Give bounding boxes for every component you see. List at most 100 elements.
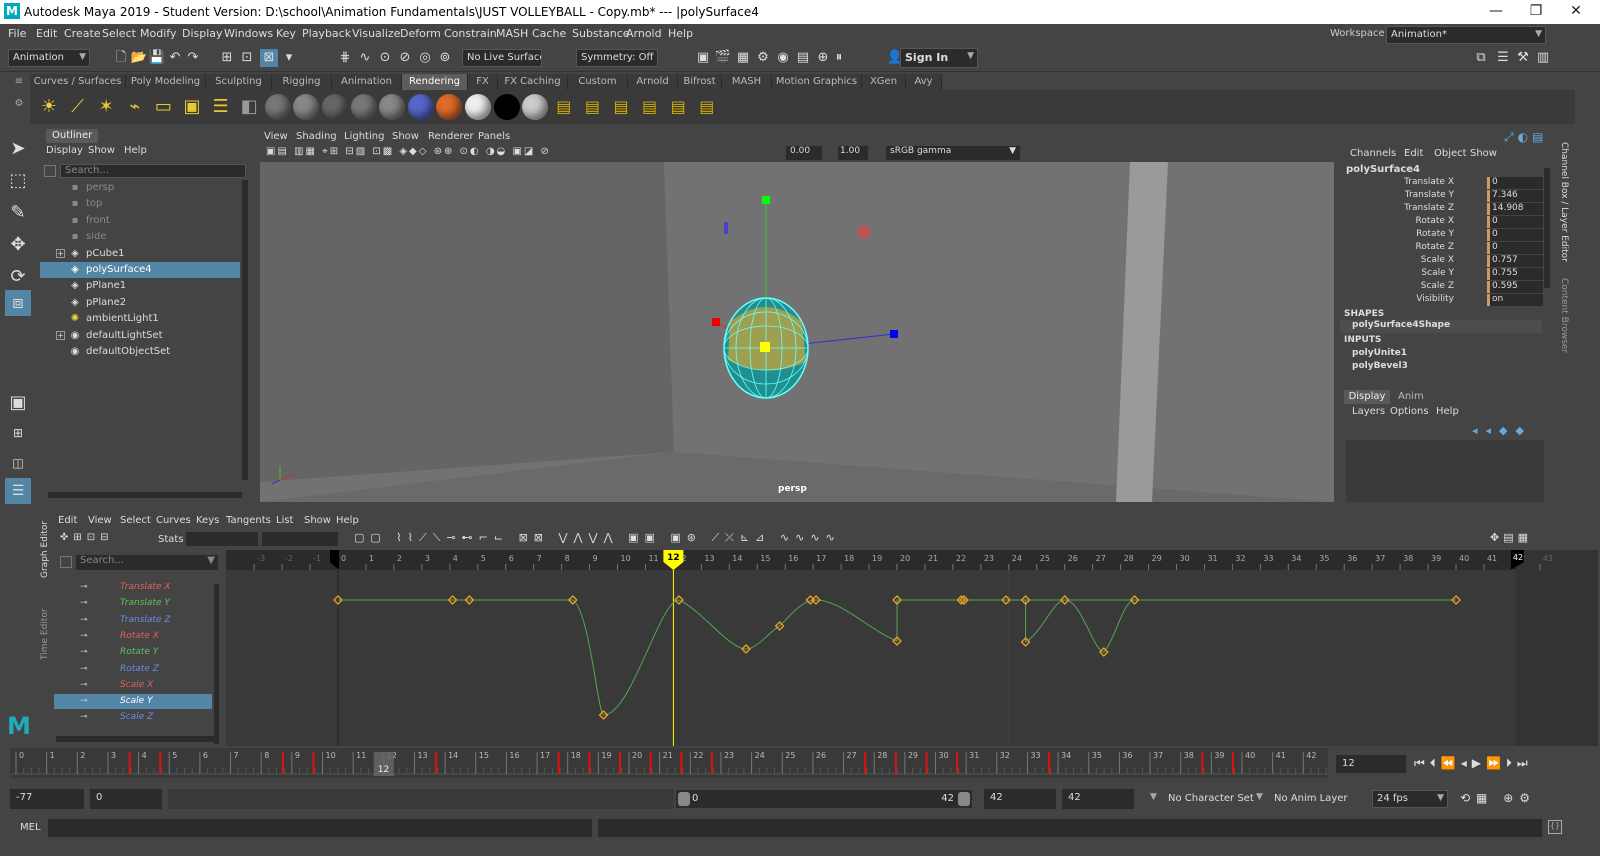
channel-value[interactable]: 0 xyxy=(1487,177,1543,189)
cb-menu-channels[interactable]: Channels xyxy=(1350,148,1396,159)
workspace-dropdown[interactable]: Animation* ▼ xyxy=(1386,26,1546,44)
channel-value[interactable]: 14.908 xyxy=(1487,203,1543,215)
outliner-hscrollbar[interactable] xyxy=(48,492,242,498)
four-view-icon[interactable]: ⊞ xyxy=(5,420,31,446)
current-frame-field[interactable]: 12 xyxy=(1336,755,1406,773)
outliner-menu-display[interactable]: Display xyxy=(46,145,83,156)
black-material-icon[interactable] xyxy=(493,94,520,120)
cb-menu-show[interactable]: Show xyxy=(1470,148,1497,159)
channel-row[interactable]: Translate Y 7.346 xyxy=(1340,190,1543,203)
graph-menu-keys[interactable]: Keys xyxy=(196,515,219,526)
pause-icon[interactable]: ⏸ xyxy=(830,49,848,67)
shelf-tab-bifrost[interactable]: Bifrost xyxy=(678,74,722,90)
stats-field-2[interactable] xyxy=(262,532,338,546)
anim-layer-dropdown[interactable]: No Anim Layer xyxy=(1274,793,1348,804)
shelf-tab-motion-graphics[interactable]: Motion Graphics xyxy=(772,74,862,90)
close-button[interactable]: ✕ xyxy=(1556,3,1596,21)
gamma-field[interactable]: 1.00 xyxy=(838,146,868,160)
fps-dropdown[interactable]: 24 fps ▼ xyxy=(1372,790,1448,808)
save-scene-icon[interactable]: 💾 xyxy=(148,49,166,67)
graph-menu-edit[interactable]: Edit xyxy=(58,515,77,526)
channel-value[interactable]: on xyxy=(1487,294,1543,306)
single-view-icon[interactable]: ▣ xyxy=(5,390,31,416)
shelf-tab-rendering[interactable]: Rendering xyxy=(402,74,468,90)
tool-settings-icon[interactable]: ⚒ xyxy=(1514,49,1532,67)
anim-layer-arrow-icon[interactable]: ▼ xyxy=(1256,792,1263,802)
graph-menu-help[interactable]: Help xyxy=(336,515,359,526)
minimize-button[interactable]: — xyxy=(1476,3,1516,21)
graph-menu-select[interactable]: Select xyxy=(120,515,151,526)
channel-row[interactable]: Translate Z 14.908 xyxy=(1340,203,1543,216)
outliner-item[interactable]: ✺ ambientLight1 xyxy=(40,311,240,327)
menuset-dropdown[interactable]: Animation ▼ xyxy=(8,49,90,67)
filter-icon[interactable] xyxy=(44,165,56,177)
dock-tab-content-browser[interactable]: Content Browser xyxy=(1555,278,1569,353)
mel-input[interactable] xyxy=(48,819,592,837)
menu-arnold[interactable]: Arnold xyxy=(626,27,662,40)
ipr-render-icon[interactable]: ▦ xyxy=(734,49,752,67)
snap-curve-icon[interactable]: ∿ xyxy=(356,49,374,67)
curve-item[interactable]: ⊸ Rotate Y xyxy=(54,645,212,660)
snap-point-icon[interactable]: ⊙ xyxy=(376,49,394,67)
render-sequence-icon[interactable]: ▤ xyxy=(637,94,663,120)
curve-item[interactable]: ⊸ Translate X xyxy=(54,580,212,595)
curve-filter-icon[interactable] xyxy=(60,556,72,568)
shelf-tab-fx-caching[interactable]: FX Caching xyxy=(498,74,568,90)
viewport-menu-view[interactable]: View xyxy=(264,131,288,142)
graph-menu-tangents[interactable]: Tangents xyxy=(226,515,271,526)
shelf-tab-rigging[interactable]: Rigging xyxy=(272,74,332,90)
menu-file[interactable]: File xyxy=(8,27,26,40)
outliner-scrollbar[interactable] xyxy=(242,180,248,480)
ambient-light-icon[interactable]: ☀ xyxy=(36,94,62,120)
menu-modify[interactable]: Modify xyxy=(140,27,176,40)
outliner-tab[interactable]: Outliner xyxy=(46,129,99,143)
blinn-icon[interactable] xyxy=(264,94,291,120)
maximize-button[interactable]: ❐ xyxy=(1516,3,1556,21)
character-set-arrow-icon[interactable]: ▼ xyxy=(1150,792,1157,802)
paint-select-icon[interactable]: ✎ xyxy=(5,200,31,226)
arnold-render-icon[interactable]: ▤ xyxy=(794,49,812,67)
render-layer-icon[interactable]: ▤ xyxy=(551,94,577,120)
cb-menu-edit[interactable]: Edit xyxy=(1404,148,1423,159)
dock-tab-channel-box[interactable]: Channel Box / Layer Editor xyxy=(1555,142,1569,262)
render-view-icon[interactable]: ▣ xyxy=(694,49,712,67)
shelf-tab-fx[interactable]: FX xyxy=(468,74,498,90)
layer-tab-anim[interactable]: Anim xyxy=(1398,390,1424,404)
channel-value[interactable]: 0.595 xyxy=(1487,281,1543,293)
shelf-tab-xgen[interactable]: XGen xyxy=(862,74,906,90)
mel-label[interactable]: MEL xyxy=(20,822,41,833)
menu-select[interactable]: Select xyxy=(102,27,136,40)
channel-value[interactable]: 0 xyxy=(1487,216,1543,228)
curve-item[interactable]: ⊸ Scale Y xyxy=(54,694,212,710)
outliner-item[interactable]: ◈ pPlane1 xyxy=(40,278,240,294)
curve-list-scrollbar[interactable] xyxy=(214,584,219,744)
shelf-options-icon[interactable]: ≡ ⚙ xyxy=(12,76,26,124)
select-component-icon[interactable]: ⊠ xyxy=(260,49,278,67)
curve-list-hscrollbar[interactable] xyxy=(56,736,214,742)
open-scene-icon[interactable]: 📂 xyxy=(130,49,148,67)
input-node[interactable]: polyBevel3 xyxy=(1352,361,1408,371)
curve-search-input[interactable]: Search... ▼ xyxy=(76,555,218,570)
channelbox-header-icons[interactable]: ⤢◐▤ xyxy=(1504,130,1547,145)
menu-deform[interactable]: Deform xyxy=(400,27,441,40)
layer-menu-layers[interactable]: Layers xyxy=(1352,406,1385,417)
graph-menu-curves[interactable]: Curves xyxy=(156,515,191,526)
cb-scrollbar[interactable] xyxy=(1544,168,1550,288)
playback-start-field[interactable]: 0 xyxy=(90,789,162,809)
shelf-tab-arnold[interactable]: Arnold xyxy=(628,74,678,90)
outliner-item[interactable]: + ◈ pCube1 xyxy=(40,246,240,262)
range-slider[interactable]: 0 42 xyxy=(676,790,972,808)
graph-menu-show[interactable]: Show xyxy=(304,515,331,526)
viewport-menu-renderer[interactable]: Renderer xyxy=(428,131,474,142)
channel-row[interactable]: Rotate Y 0 xyxy=(1340,229,1543,242)
surface-shader-icon[interactable] xyxy=(379,94,406,120)
menu-help[interactable]: Help xyxy=(668,27,693,40)
channel-value[interactable]: 0.755 xyxy=(1487,268,1543,280)
light-editor-icon[interactable]: ☰ xyxy=(208,94,234,120)
hypershade-icon[interactable]: ◉ xyxy=(774,49,792,67)
outliner-item[interactable]: ▪ top xyxy=(40,196,240,212)
time-slider[interactable]: 0123456789101112131415161718192021222324… xyxy=(10,748,1328,778)
shelf-tab-poly-modeling[interactable]: Poly Modeling xyxy=(126,74,206,90)
channel-value[interactable]: 7.346 xyxy=(1487,190,1543,202)
snap-menu-icon[interactable]: ▾ xyxy=(280,49,298,67)
